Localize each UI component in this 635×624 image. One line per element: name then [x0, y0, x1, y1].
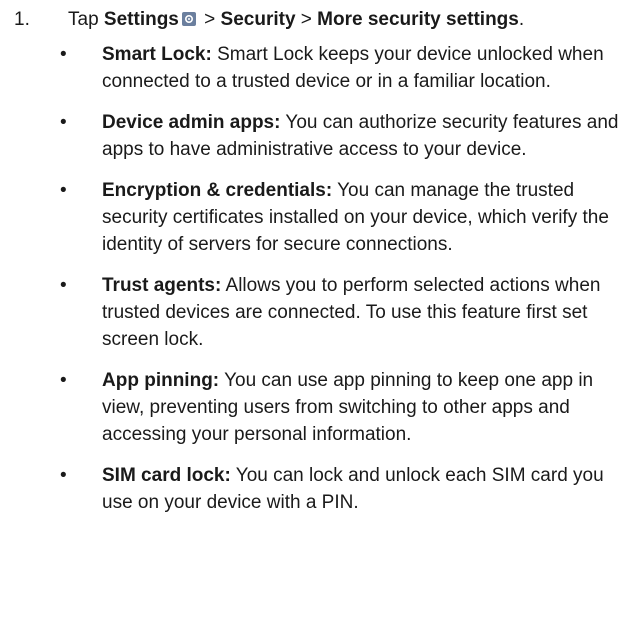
security-label: Security: [220, 9, 296, 30]
step-instruction: Tap Settings > Security > More security …: [68, 9, 525, 30]
bullet-icon: •: [60, 275, 67, 296]
list-item-device-admin-apps: • Device admin apps: You can authorize s…: [14, 109, 625, 163]
settings-gear-icon: [181, 12, 196, 26]
list-item-sim-card-lock: • SIM card lock: You can lock and unlock…: [14, 462, 625, 516]
more-security-settings-label: More security settings: [317, 9, 519, 30]
bullet-icon: •: [60, 112, 67, 133]
security-options-list: • Smart Lock: Smart Lock keeps your devi…: [14, 41, 625, 516]
step-1: 1. Tap Settings > Security > More securi…: [14, 6, 625, 33]
list-item-trust-agents: • Trust agents: Allows you to perform se…: [14, 272, 625, 353]
item-title: Smart Lock:: [102, 44, 212, 65]
list-item-encryption-credentials: • Encryption & credentials: You can mana…: [14, 177, 625, 258]
settings-label: Settings: [103, 9, 179, 30]
document-page: 1. Tap Settings > Security > More securi…: [0, 0, 635, 624]
item-title: SIM card lock:: [102, 465, 231, 486]
item-title: Trust agents:: [102, 275, 222, 296]
step-number: 1.: [14, 9, 30, 30]
bullet-icon: •: [60, 180, 67, 201]
list-item-smart-lock: • Smart Lock: Smart Lock keeps your devi…: [14, 41, 625, 95]
bullet-icon: •: [60, 465, 67, 486]
item-title: App pinning:: [102, 370, 220, 391]
item-title: Device admin apps:: [102, 112, 281, 133]
bullet-icon: •: [60, 44, 67, 65]
bullet-icon: •: [60, 370, 67, 391]
item-title: Encryption & credentials:: [102, 180, 333, 201]
list-item-app-pinning: • App pinning: You can use app pinning t…: [14, 367, 625, 448]
